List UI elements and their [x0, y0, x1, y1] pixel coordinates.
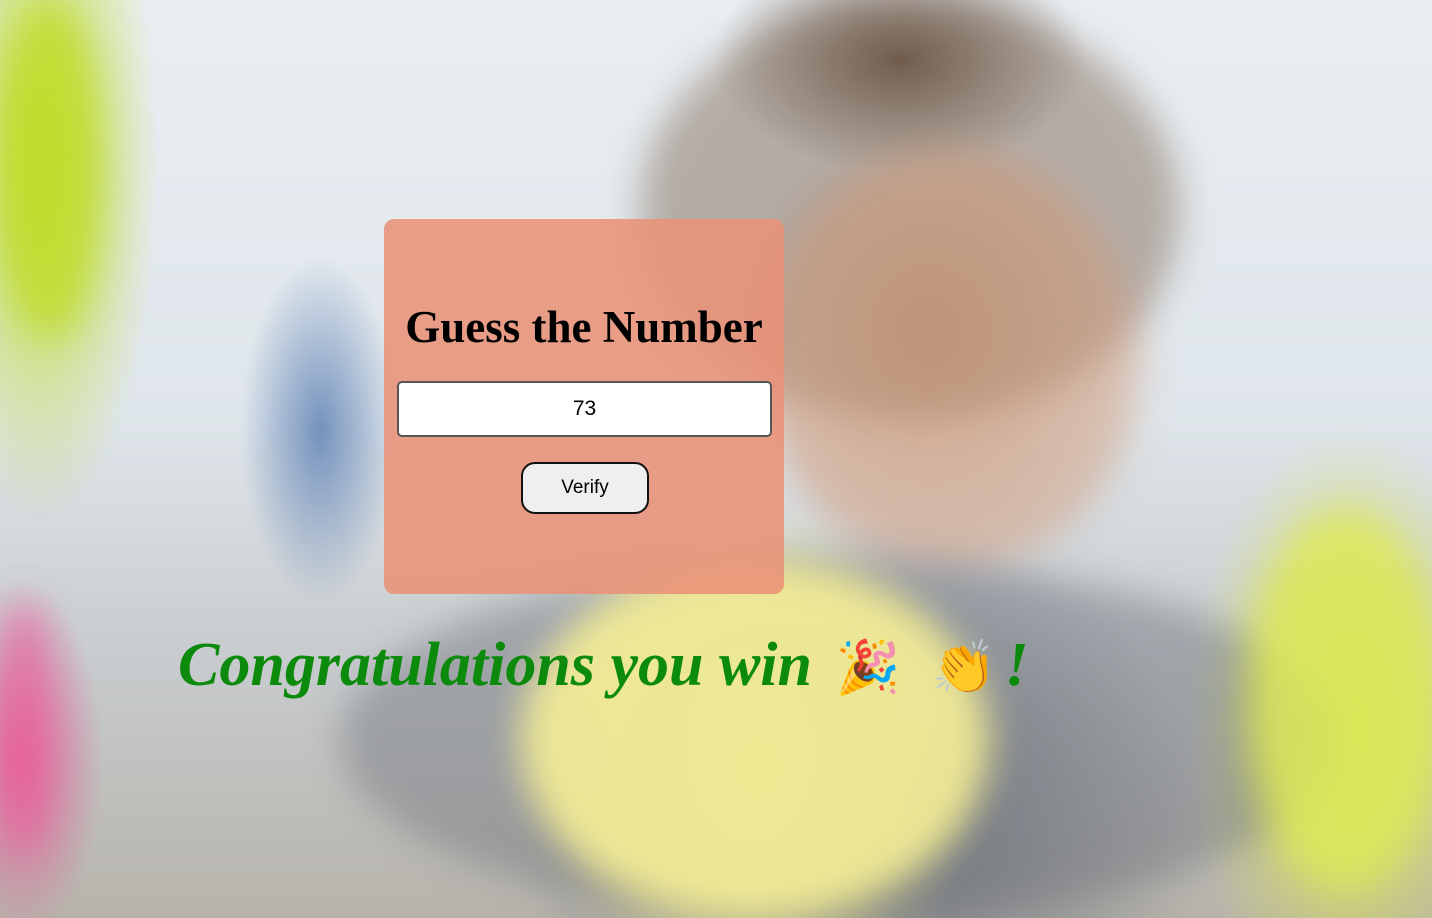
verify-button[interactable]: Verify	[521, 462, 649, 514]
result-text: Congratulations you win	[178, 631, 813, 699]
background-shape	[520, 560, 990, 918]
result-suffix: !	[1004, 631, 1029, 699]
background-shape	[760, 150, 1140, 570]
background-shape	[0, 0, 100, 340]
party-popper-icon: 🎉	[835, 638, 901, 698]
game-card: Guess the Number Verify	[384, 219, 784, 594]
clapping-hands-icon: 👏	[931, 638, 997, 698]
background-shape	[1250, 510, 1432, 890]
game-title: Guess the Number	[405, 302, 763, 352]
background-shape	[0, 600, 50, 860]
result-message: Congratulations you win 🎉 👏!	[178, 628, 1029, 705]
guess-input[interactable]	[397, 381, 772, 437]
